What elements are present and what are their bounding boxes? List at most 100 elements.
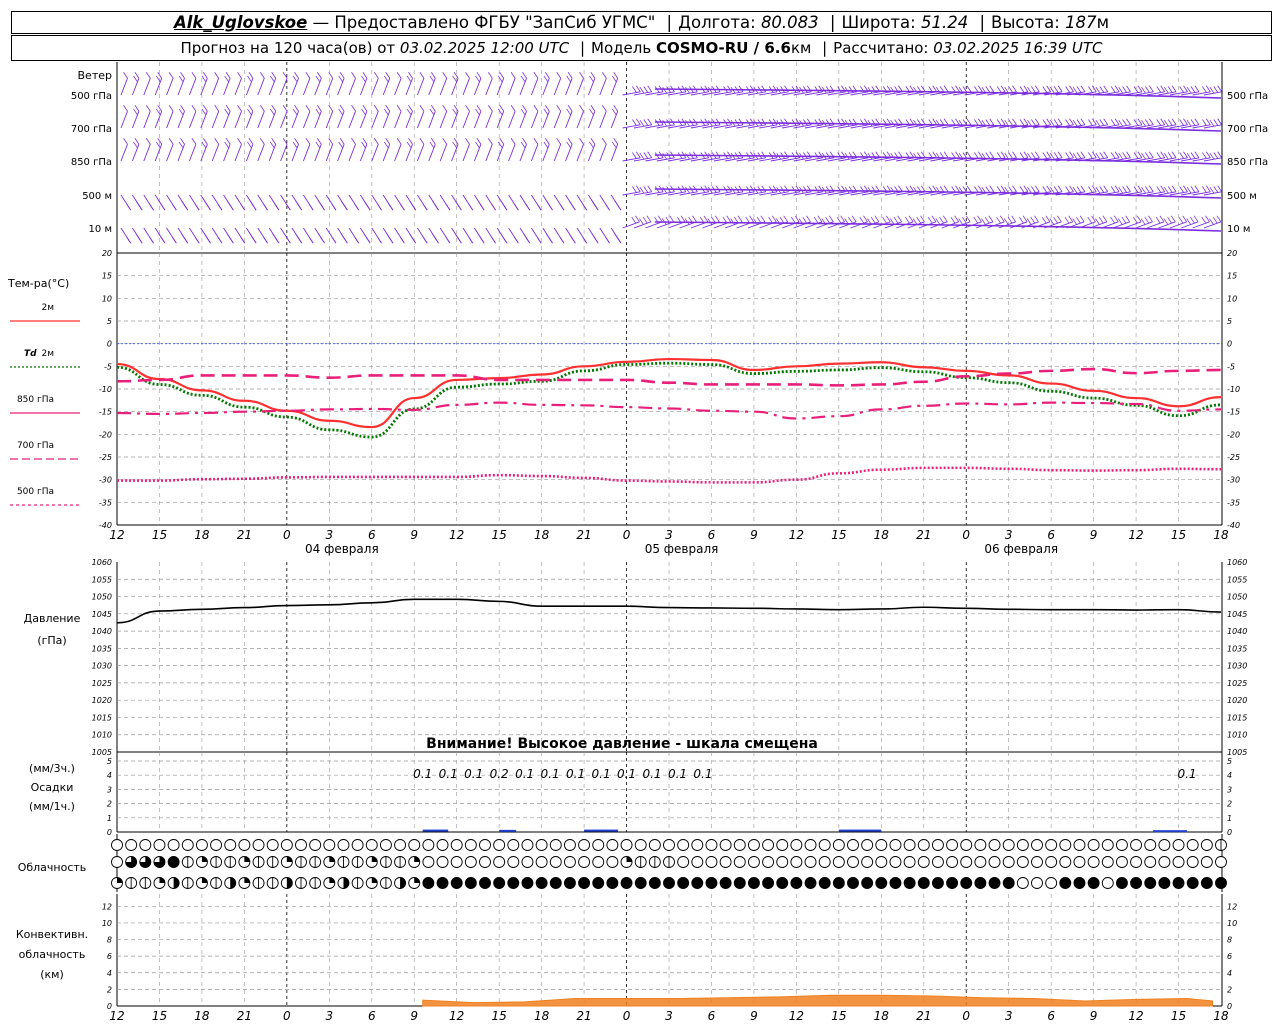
cloud-symbol-low xyxy=(1087,877,1100,889)
temp-ytick-label: -30 xyxy=(99,476,112,485)
wind-barb-tick xyxy=(1091,85,1097,92)
wind-barb-tick xyxy=(601,105,607,112)
wind-barb-tick xyxy=(1103,185,1109,192)
wind-barb-tick xyxy=(1126,85,1131,92)
cloud-symbol-mid xyxy=(818,856,831,868)
wind-level-label-right: 500 м xyxy=(1227,191,1257,202)
cloud-symbol-mid xyxy=(1144,856,1157,868)
cloud-symbol-high xyxy=(493,839,506,851)
wind-level-label: 850 гПа xyxy=(71,157,112,168)
wind-barb xyxy=(485,144,493,162)
cloud-symbol-low xyxy=(578,877,591,889)
wind-barb-tick xyxy=(727,151,732,158)
temp-ytick-label: -5 xyxy=(104,362,112,371)
wind-barb-tick xyxy=(1034,215,1039,223)
wind-barb-tick xyxy=(1212,216,1218,224)
wind-barb xyxy=(565,78,573,96)
wind-barb-tick xyxy=(383,108,389,116)
wind-barb-tick xyxy=(761,185,767,192)
x-hour-label-bottom: 18 xyxy=(534,1009,550,1023)
wind-barb-tick xyxy=(556,72,562,79)
wind-barb xyxy=(553,144,562,162)
wind-barb-tick xyxy=(851,215,857,223)
cloud-symbol-high xyxy=(479,839,491,851)
cloud-symbol-high xyxy=(946,839,959,851)
wind-barb-tick xyxy=(445,236,451,244)
wind-barb-tick xyxy=(1019,186,1025,193)
wind-level-label: 10 м xyxy=(89,224,112,235)
cloud-symbol-high xyxy=(832,839,845,851)
legend-label-t850: 850 гПа xyxy=(17,395,54,405)
wind-barb-tick xyxy=(328,72,334,79)
wind-barb xyxy=(280,78,288,96)
wind-barb-tick xyxy=(1099,152,1105,159)
wind-barb-tick xyxy=(191,105,197,112)
wind-barb xyxy=(416,111,425,129)
temp-ytick-label: 5 xyxy=(107,317,112,326)
x-hour-label: 15 xyxy=(831,528,846,542)
wind-barb-tick xyxy=(771,215,777,223)
wind-barb-tick xyxy=(685,186,690,194)
precip-unit-1h: (мм/1ч.) xyxy=(29,800,75,813)
wind-barb xyxy=(610,144,619,162)
x-hour-label: 0 xyxy=(962,528,970,542)
wind-barb-tick xyxy=(419,138,425,145)
wind-barb xyxy=(451,144,459,162)
wind-barb-tick xyxy=(1031,186,1036,193)
wind-barb-tick xyxy=(168,105,174,112)
wind-barb-tick xyxy=(999,215,1005,223)
wind-barb-tick xyxy=(1194,118,1200,125)
cloud-symbol-high xyxy=(790,839,803,851)
wind-level-label-right: 850 гПа xyxy=(1227,157,1268,168)
wind-barb-tick xyxy=(476,72,482,79)
wind-barb-tick xyxy=(1194,85,1200,92)
wind-barb-tick xyxy=(1190,216,1195,224)
cloud-symbol-mid xyxy=(832,856,845,868)
wind-barb-tick xyxy=(1023,151,1029,158)
precip-ytick-label: 5 xyxy=(107,757,112,766)
wind-barb-tick xyxy=(1012,151,1017,158)
wind-barb-tick xyxy=(1213,152,1219,159)
wind-barb-tick xyxy=(590,105,596,112)
wind-barb-tick xyxy=(1088,152,1093,159)
wind-barb-tick xyxy=(1141,152,1146,160)
wind-barb-tick xyxy=(1145,186,1150,193)
cloud-symbol-low xyxy=(988,877,1001,889)
cloud-symbol-high xyxy=(974,839,987,851)
wind-barb-tick xyxy=(1121,216,1127,224)
wind-barb xyxy=(553,78,562,96)
conv-ytick-label: 2 xyxy=(107,985,112,994)
cloud-symbol-mid xyxy=(1045,856,1058,868)
wind-barb xyxy=(439,111,448,129)
wind-barb-tick xyxy=(556,105,562,112)
temp-ytick-label-right: -30 xyxy=(1227,476,1240,485)
wind-barb-tick xyxy=(814,152,820,159)
wind-barb-tick xyxy=(1076,216,1081,224)
cloud-symbol-low xyxy=(493,877,506,889)
wind-barb xyxy=(177,78,185,96)
wind-barb-tick xyxy=(248,72,254,79)
cloud-symbol-high xyxy=(167,839,180,851)
cloud-symbol-high xyxy=(1002,839,1015,851)
wind-barb xyxy=(337,78,345,96)
wind-barb-tick xyxy=(1000,151,1006,158)
x-hour-label-bottom: 21 xyxy=(916,1009,931,1023)
wind-barb-tick xyxy=(454,233,460,241)
x-date-label: 05 февраля xyxy=(645,542,719,556)
cloud-symbol-mid xyxy=(988,856,1001,868)
x-hour-label: 12 xyxy=(1128,528,1143,542)
wind-barb-tick xyxy=(1110,216,1115,224)
cloud-symbol-low xyxy=(521,877,534,889)
conv-ytick-label-right: 0 xyxy=(1227,1002,1232,1011)
wind-barb-tick xyxy=(1095,152,1101,160)
precip-3h-label: 0.1 xyxy=(617,767,636,781)
wind-barb xyxy=(120,78,128,96)
wind-barb-tick xyxy=(935,218,941,225)
wind-barb-tick xyxy=(589,108,594,116)
wind-barb xyxy=(519,144,527,162)
cloud-symbol-low xyxy=(436,877,449,889)
cloud-symbol-high xyxy=(861,839,874,851)
wind-barb-tick xyxy=(1008,119,1013,126)
wind-barb xyxy=(405,144,413,162)
wind-barb-tick xyxy=(1205,185,1211,192)
